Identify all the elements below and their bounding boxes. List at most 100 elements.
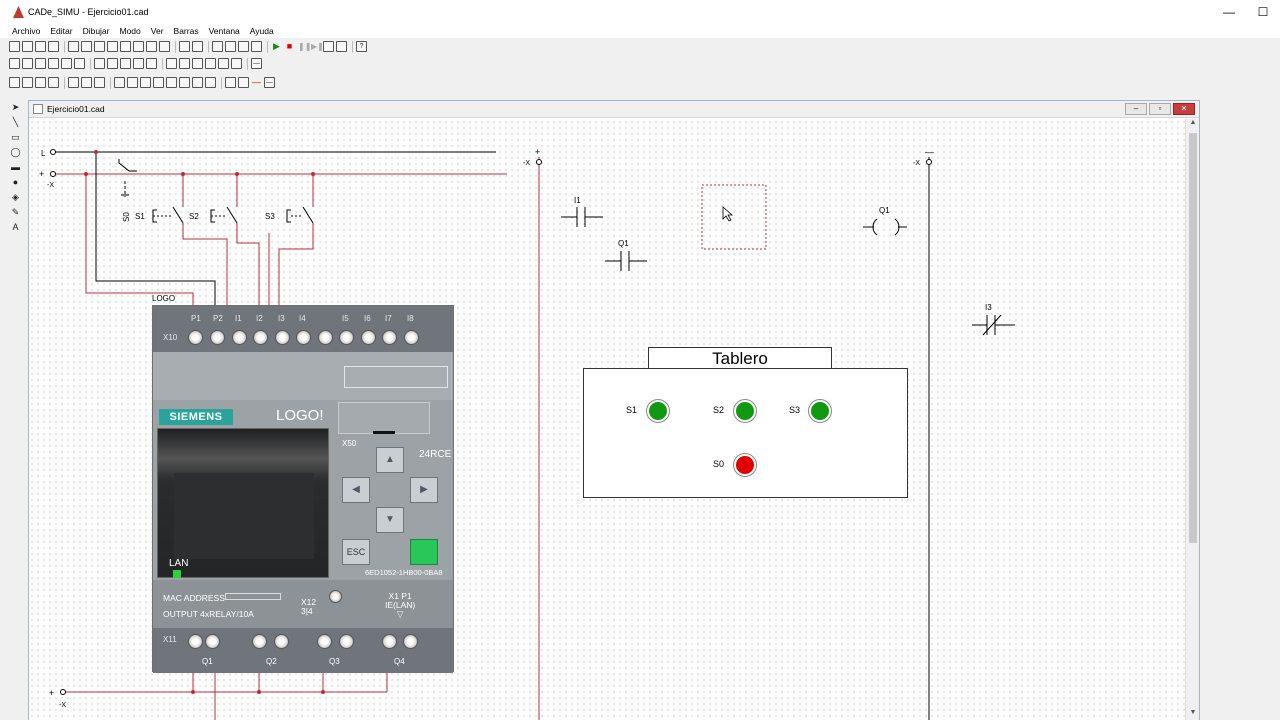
rotate-right-icon[interactable] (225, 41, 236, 52)
menu-ayuda[interactable]: Ayuda (250, 24, 274, 38)
ladder-nc-contact-icon[interactable] (22, 77, 33, 88)
pilot-lamp-s0[interactable] (733, 453, 757, 477)
zoom-window-icon[interactable] (133, 41, 144, 52)
flip-vertical-icon[interactable] (251, 41, 262, 52)
down-arrow-key[interactable]: ▼ (376, 507, 404, 533)
terminal-screw[interactable] (296, 330, 311, 345)
redo-icon[interactable] (192, 41, 203, 52)
draw-rectangle-icon[interactable]: ▭ (10, 132, 21, 143)
ladder-memory-icon[interactable] (205, 77, 216, 88)
terminal-screw[interactable] (317, 634, 332, 649)
vertical-scrollbar[interactable]: ▲ ▼ (1185, 119, 1199, 720)
terminal-screw[interactable] (318, 330, 333, 345)
motor-icon[interactable] (61, 58, 72, 69)
tablero-panel[interactable]: S1 S2 S3 S0 (583, 368, 908, 498)
timer-icon[interactable] (166, 58, 177, 69)
zoom-fit-icon[interactable] (159, 41, 170, 52)
terminal-icon[interactable] (218, 58, 229, 69)
bottom-terminal[interactable] (60, 689, 66, 695)
open-folder-icon[interactable] (22, 41, 33, 52)
maximize-button[interactable]: ☐ (1246, 0, 1280, 24)
power-source-icon[interactable] (9, 58, 20, 69)
ladder-right-terminal[interactable] (926, 159, 932, 165)
ladder-branch-close-icon[interactable] (238, 77, 249, 88)
terminal-screw[interactable] (339, 634, 354, 649)
s1-switch-contact[interactable] (172, 206, 184, 224)
fuse-icon[interactable] (22, 58, 33, 69)
window-icon[interactable] (323, 41, 334, 52)
right-arrow-key[interactable]: ▶ (410, 477, 438, 503)
save-icon[interactable] (35, 41, 46, 52)
cut-icon[interactable] (68, 41, 79, 52)
terminal-screw[interactable] (339, 330, 354, 345)
terminal-screw[interactable] (188, 330, 203, 345)
menu-editar[interactable]: Editar (50, 24, 72, 38)
pushbutton-icon[interactable] (133, 58, 144, 69)
s0-switch-contact[interactable] (118, 159, 137, 172)
terminal-screw[interactable] (188, 634, 203, 649)
terminal-screw[interactable] (252, 634, 267, 649)
line-icon[interactable]: — (251, 58, 262, 69)
draw-filled-rectangle-icon[interactable]: ▬ (10, 162, 21, 173)
new-file-icon[interactable] (9, 41, 20, 52)
terminal-screw[interactable] (403, 634, 418, 649)
menu-barras[interactable]: Barras (174, 24, 199, 38)
ladder-coil-icon[interactable] (68, 77, 79, 88)
scroll-down-icon[interactable]: ▼ (1186, 709, 1200, 720)
minimize-button[interactable]: — (1212, 0, 1246, 24)
zoom-all-icon[interactable] (146, 41, 157, 52)
terminal-screw[interactable] (253, 330, 268, 345)
switch-icon[interactable] (35, 58, 46, 69)
contact-no-icon[interactable] (94, 58, 105, 69)
transformer-icon[interactable] (74, 58, 85, 69)
terminal-screw[interactable] (361, 330, 376, 345)
selection-box[interactable] (701, 184, 767, 250)
menu-ventana[interactable]: Ventana (209, 24, 240, 38)
zoom-in-icon[interactable] (107, 41, 118, 52)
pointer-icon[interactable]: ➤ (10, 102, 21, 113)
terminal-screw[interactable] (232, 330, 247, 345)
terminal-screw[interactable] (382, 634, 397, 649)
zoom-out-icon[interactable] (120, 41, 131, 52)
coil-icon[interactable] (146, 58, 157, 69)
ladder-math-icon[interactable] (166, 77, 177, 88)
doc-restore-button[interactable]: ▫ (1149, 103, 1171, 115)
menu-modo[interactable]: Modo (120, 24, 141, 38)
stop-icon[interactable]: ■ (284, 41, 295, 52)
pilot-lamp-s1[interactable] (646, 399, 670, 423)
pen-color-icon[interactable]: ✎ (10, 207, 21, 218)
lamp-icon[interactable] (192, 58, 203, 69)
ladder-branch-open-icon[interactable] (225, 77, 236, 88)
l-terminal[interactable] (50, 149, 56, 155)
undo-icon[interactable] (179, 41, 190, 52)
pilot-lamp-s3[interactable] (808, 399, 832, 423)
ok-key[interactable] (410, 539, 438, 565)
doc-close-button[interactable]: ✕ (1173, 103, 1195, 115)
fill-bucket-icon[interactable]: ◈ (10, 192, 21, 203)
draw-ellipse-icon[interactable]: ◯ (10, 147, 21, 158)
flip-horizontal-icon[interactable] (238, 41, 249, 52)
terminal-screw[interactable] (274, 634, 289, 649)
copy-icon[interactable] (81, 41, 92, 52)
connector-icon[interactable] (231, 58, 242, 69)
menu-archivo[interactable]: Archivo (12, 24, 40, 38)
logo-plc[interactable]: P1 P2 I1 I2 I3 I4 I5 I6 I7 I8 X10 SIEMEN… (152, 305, 454, 673)
ladder-io-icon[interactable] (192, 77, 203, 88)
menu-dibujar[interactable]: Dibujar (83, 24, 110, 38)
counter-icon[interactable] (179, 58, 190, 69)
paste-icon[interactable] (94, 41, 105, 52)
esc-key[interactable]: ESC (342, 539, 370, 565)
ladder-counter-icon[interactable] (127, 77, 138, 88)
ladder-falling-contact-icon[interactable] (48, 77, 59, 88)
ladder-timer-icon[interactable] (114, 77, 125, 88)
ladder-wire-icon[interactable]: — (264, 77, 275, 88)
scroll-up-icon[interactable]: ▲ (1186, 119, 1200, 131)
ladder-block-icon[interactable] (179, 77, 190, 88)
terminal-screw[interactable] (382, 330, 397, 345)
up-arrow-key[interactable]: ▲ (376, 447, 404, 473)
rotate-left-icon[interactable] (212, 41, 223, 52)
scroll-thumb[interactable] (1189, 133, 1197, 543)
play-icon[interactable]: ▶ (271, 41, 282, 52)
terminal-screw[interactable] (404, 330, 419, 345)
terminal-screw[interactable] (210, 330, 225, 345)
